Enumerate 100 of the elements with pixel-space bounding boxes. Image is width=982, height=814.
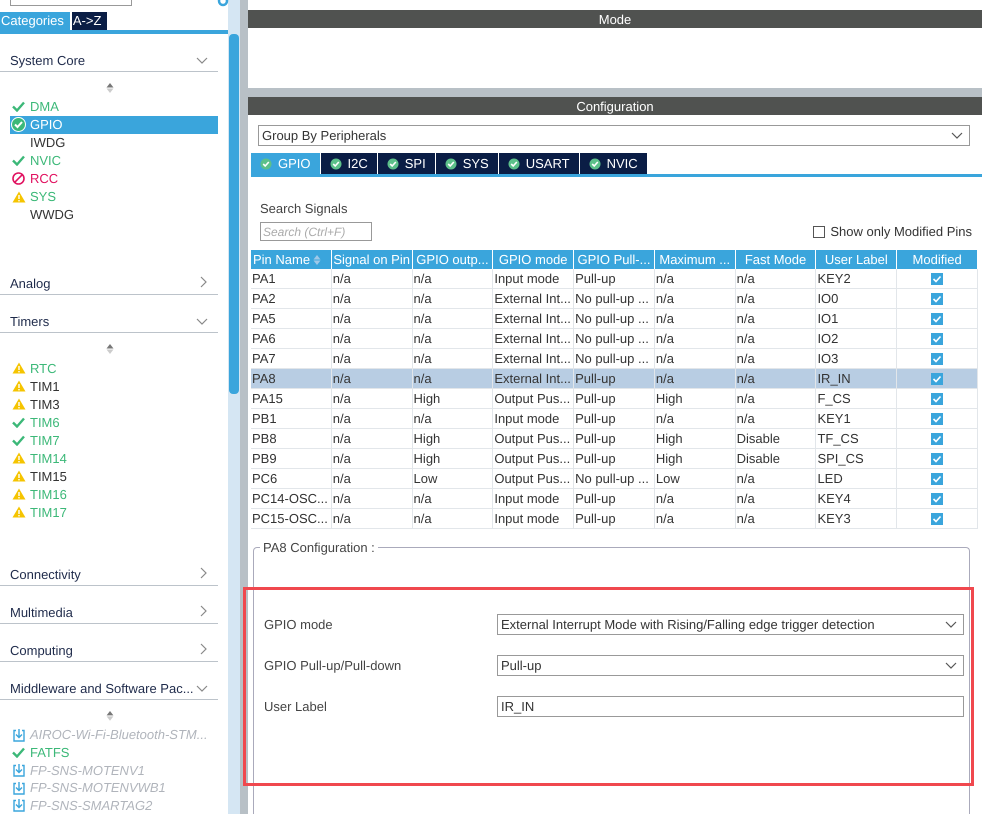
column-header[interactable]: Fast Mode [736, 250, 816, 269]
peripheral-item[interactable]: DMA [10, 98, 218, 116]
warning-icon [12, 380, 26, 392]
peripheral-item[interactable]: RTC [10, 359, 218, 378]
table-cell: n/a [332, 269, 413, 289]
mode-dropdown[interactable]: Pull-up [497, 655, 964, 676]
modified-checkbox[interactable] [931, 272, 944, 284]
modified-checkbox[interactable] [931, 432, 944, 444]
peripheral-tab[interactable]: GPIO [251, 153, 320, 174]
modified-checkbox[interactable] [931, 412, 944, 424]
sort-icon[interactable] [106, 710, 114, 722]
mode-dropdown[interactable]: External Interrupt Mode with Rising/Falling edge trigger detection [497, 614, 964, 635]
category-header[interactable]: Connectivity [0, 547, 218, 586]
peripheral-item[interactable]: TIM1 [10, 377, 218, 396]
sort-icon[interactable] [106, 343, 114, 356]
category-header[interactable]: Computing [0, 624, 218, 662]
chevron-right-icon[interactable] [200, 566, 208, 579]
table-cell: Low [654, 469, 736, 489]
peripheral-item[interactable]: FATFS [10, 744, 218, 762]
peripheral-item[interactable]: TIM6 [10, 413, 218, 432]
table-cell: n/a [332, 449, 413, 469]
column-header[interactable]: GPIO outp... [412, 250, 494, 269]
category-header[interactable]: System Core [0, 34, 218, 72]
chevron-down-icon[interactable] [196, 685, 208, 694]
peripheral-item[interactable]: TIM7 [10, 431, 218, 450]
peripheral-tab[interactable]: SYS [436, 153, 498, 174]
scrollbar-thumb[interactable] [229, 34, 239, 394]
chevron-right-icon[interactable] [200, 643, 208, 656]
peripheral-item[interactable]: IWDG [10, 134, 218, 152]
column-header[interactable]: Signal on Pin [332, 250, 413, 269]
chevron-right-icon[interactable] [200, 604, 208, 617]
category-header[interactable]: Analog [0, 256, 218, 296]
user-label-field[interactable]: IR_IN [497, 696, 964, 717]
peripheral-item[interactable]: FP-SNS-MOTENV1 [10, 761, 218, 779]
peripheral-item[interactable]: TIM14 [10, 449, 218, 468]
peripheral-item[interactable]: RCC [10, 170, 218, 188]
table-cell: External Int... [493, 369, 574, 389]
group-dropdown[interactable]: Group By Peripherals [258, 125, 970, 146]
peripheral-tab[interactable]: NVIC [580, 153, 647, 174]
chevron-down-icon[interactable] [196, 56, 208, 65]
table-cell: PB9 [251, 449, 332, 469]
table-cell: Pull-up [574, 429, 655, 449]
table-cell: n/a [332, 509, 413, 529]
chevron-right-icon[interactable] [200, 276, 208, 288]
table-cell: KEY1 [816, 409, 898, 429]
scrollbar-track[interactable] [228, 0, 240, 814]
modified-checkbox[interactable] [931, 372, 944, 384]
category-header[interactable]: Timers [0, 295, 218, 334]
peripheral-item[interactable]: TIM15 [10, 467, 218, 486]
peripheral-item[interactable]: FP-SNS-SMARTAG2 [10, 796, 218, 814]
column-header[interactable]: User Label [816, 250, 898, 269]
modified-checkbox[interactable] [931, 292, 944, 304]
peripheral-tab[interactable]: SPI [378, 153, 435, 174]
download-icon [12, 780, 24, 795]
modified-checkbox[interactable] [931, 352, 944, 364]
warning-icon [12, 470, 26, 482]
category-header[interactable]: Middleware and Software Pac... [0, 662, 218, 700]
column-header[interactable]: GPIO Pull-... [574, 250, 655, 269]
category-tab[interactable]: Categories [0, 12, 70, 30]
peripheral-item[interactable]: FP-SNS-MOTENVWB1 [10, 778, 218, 796]
table-cell: n/a [654, 309, 736, 329]
download-icon [12, 728, 24, 742]
table-cell: n/a [332, 429, 413, 449]
peripheral-tab[interactable]: I2C [320, 153, 377, 174]
sort-icon[interactable] [106, 82, 114, 94]
column-header[interactable]: Maximum ... [654, 250, 736, 269]
table-cell: n/a [332, 309, 413, 329]
table-cell: n/a [736, 469, 816, 489]
modified-checkbox[interactable] [931, 452, 944, 464]
search-field[interactable]: Search (Ctrl+F) [260, 222, 372, 241]
peripheral-item[interactable]: WWDG [10, 206, 218, 224]
table-cell: n/a [736, 349, 816, 369]
peripheral-item[interactable]: GPIO [10, 116, 218, 134]
table-cell: KEY3 [816, 509, 898, 529]
modified-checkbox[interactable] [931, 332, 944, 344]
column-header[interactable]: Modified [897, 250, 978, 269]
category-tab[interactable]: A->Z [72, 12, 108, 30]
table-cell: High [412, 429, 494, 449]
table-cell: Pull-up [574, 389, 655, 409]
column-header[interactable]: Pin Name [251, 250, 332, 269]
table-cell: High [654, 449, 736, 469]
modified-checkbox[interactable] [931, 312, 944, 324]
splitter-bar[interactable] [240, 0, 248, 814]
peripheral-item[interactable]: TIM3 [10, 395, 218, 414]
check-icon [12, 434, 25, 446]
peripheral-item[interactable]: NVIC [10, 152, 218, 170]
modified-checkbox[interactable] [931, 392, 944, 404]
peripheral-item[interactable]: TIM16 [10, 485, 218, 504]
modified-checkbox[interactable] [931, 512, 944, 524]
peripheral-tab[interactable]: USART [498, 153, 579, 174]
warning-icon [12, 362, 26, 374]
modified-checkbox[interactable] [931, 492, 944, 504]
peripheral-item[interactable]: SYS [10, 188, 218, 206]
show-modified-checkbox[interactable]: Show only Modified Pins [813, 224, 972, 239]
peripheral-item[interactable]: AIROC-Wi-Fi-Bluetooth-STM... [10, 726, 218, 744]
category-header[interactable]: Multimedia [0, 586, 218, 624]
chevron-down-icon[interactable] [196, 318, 208, 326]
peripheral-item[interactable]: TIM17 [10, 503, 218, 522]
modified-checkbox[interactable] [931, 472, 944, 484]
column-header[interactable]: GPIO mode [493, 250, 574, 269]
